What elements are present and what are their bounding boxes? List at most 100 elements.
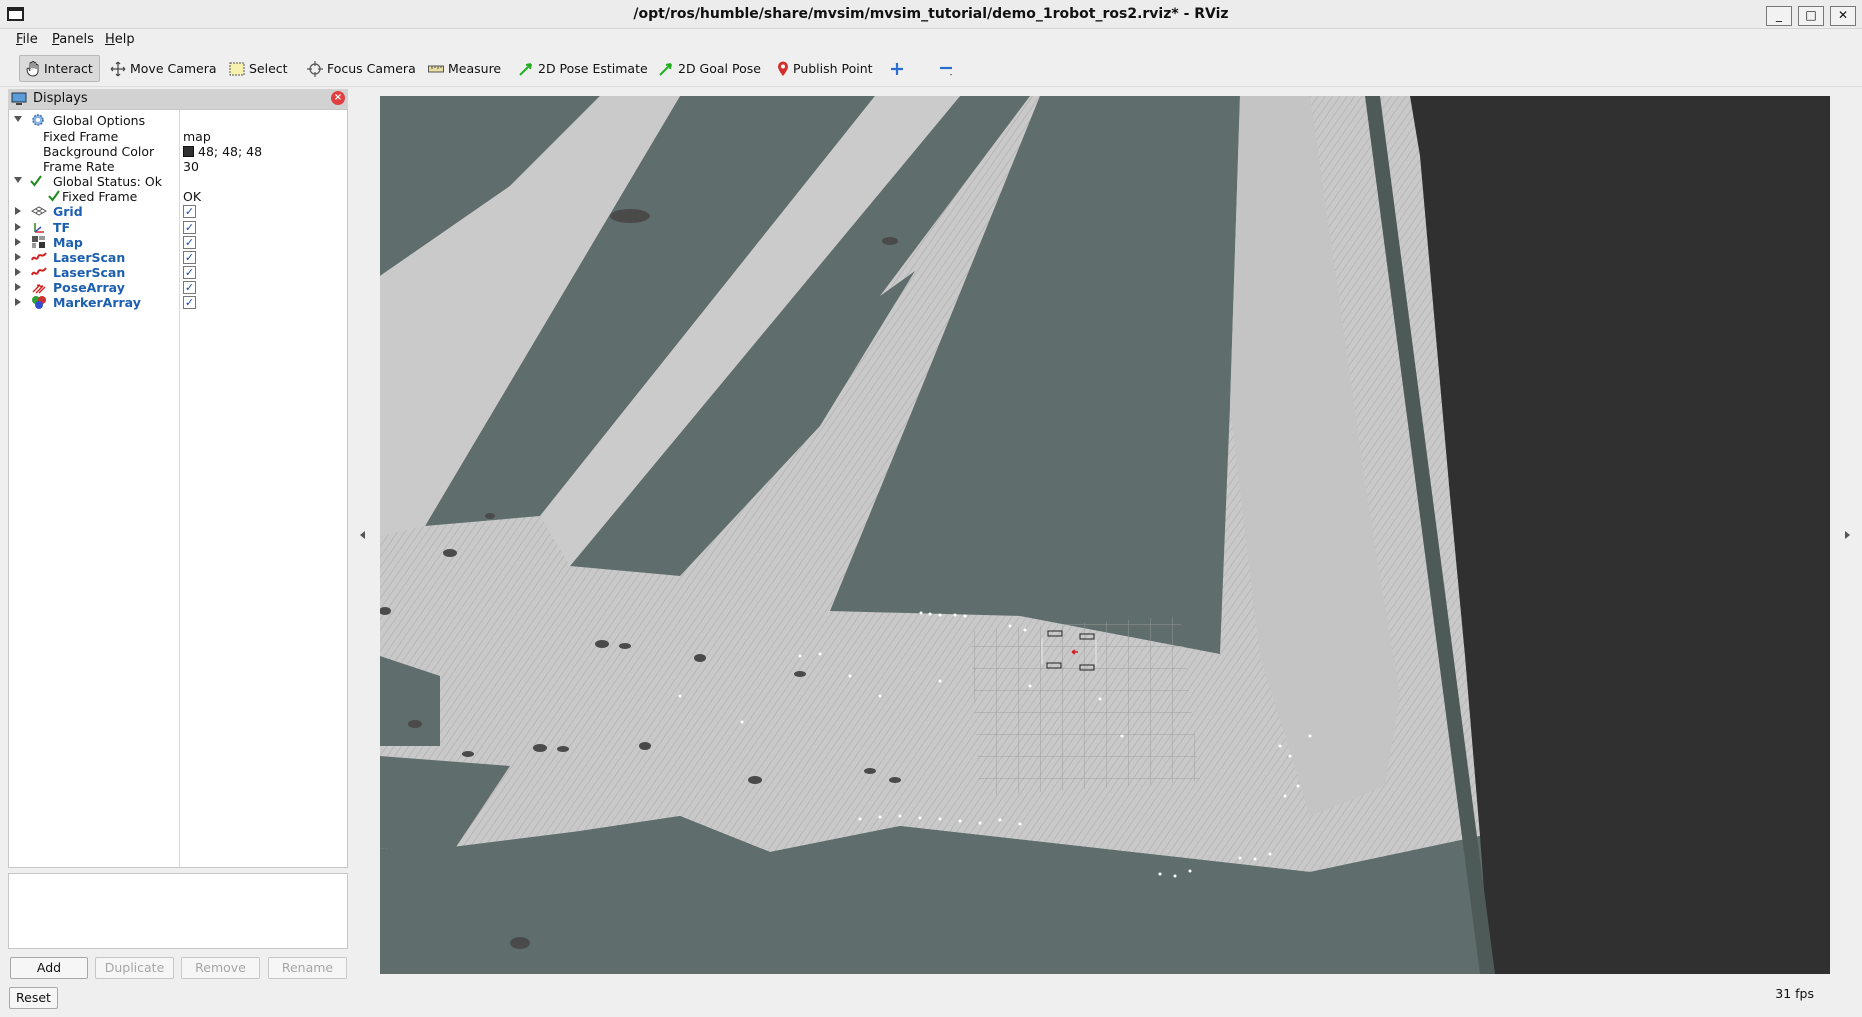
close-panel-button[interactable]: × xyxy=(331,91,345,105)
expand-arrow-icon[interactable] xyxy=(15,298,21,306)
tool-publish-point[interactable]: Publish Point xyxy=(771,55,879,82)
focus-camera-icon xyxy=(307,60,323,77)
tool-focus-camera[interactable]: Focus Camera xyxy=(301,55,422,82)
expand-arrow-icon[interactable] xyxy=(15,223,21,231)
minus-icon xyxy=(940,66,952,75)
checkmark-icon xyxy=(48,190,60,202)
ruler-icon xyxy=(428,65,444,72)
display-laserscan-checkbox[interactable]: ✓ xyxy=(183,251,196,264)
laserscan-icon xyxy=(31,267,47,276)
tool-select[interactable]: Select xyxy=(223,55,294,82)
fps-counter: 31 fps xyxy=(1775,986,1814,1001)
laserscan-icon xyxy=(31,252,47,261)
tool-2d-goal-pose[interactable]: 2D Goal Pose xyxy=(652,55,767,82)
remove-display-button[interactable]: Remove xyxy=(181,957,260,979)
tool-interact-label: Interact xyxy=(44,61,93,76)
background-color-value-cell[interactable]: 48; 48; 48 xyxy=(183,144,262,159)
close-window-button[interactable]: ✕ xyxy=(1830,6,1856,26)
expand-arrow-icon[interactable] xyxy=(15,283,21,291)
grid-icon xyxy=(31,206,47,216)
plus-icon xyxy=(891,62,903,75)
map-pin-icon xyxy=(778,61,788,76)
background-color-value: 48; 48; 48 xyxy=(198,144,263,159)
display-markerarray-checkbox[interactable]: ✓ xyxy=(183,296,196,309)
tool-2d-pose-estimate-label: 2D Pose Estimate xyxy=(538,61,648,76)
expand-arrow-icon[interactable] xyxy=(15,238,21,246)
menubar: File Panels Help xyxy=(0,29,1862,51)
display-tf-label: TF xyxy=(53,220,71,235)
fixed-frame-label: Fixed Frame xyxy=(43,129,119,144)
display-posearray-label: PoseArray xyxy=(53,280,125,295)
tool-publish-point-label: Publish Point xyxy=(793,61,873,76)
minimize-button[interactable]: _ xyxy=(1766,6,1792,26)
collapse-left-panel-arrow-icon[interactable] xyxy=(360,531,365,539)
color-swatch xyxy=(183,146,194,157)
display-map-checkbox[interactable]: ✓ xyxy=(183,236,196,249)
map-icon xyxy=(32,236,45,248)
displays-panel-header: Displays × xyxy=(8,89,348,109)
display-grid-checkbox[interactable]: ✓ xyxy=(183,205,196,218)
tool-interact[interactable]: Interact xyxy=(19,55,100,82)
window-titlebar: /opt/ros/humble/share/mvsim/mvsim_tutori… xyxy=(0,0,1862,29)
tool-measure[interactable]: Measure xyxy=(422,55,507,82)
add-tool-button[interactable] xyxy=(884,55,910,82)
hand-icon xyxy=(26,60,39,77)
display-posearray-checkbox[interactable]: ✓ xyxy=(183,281,196,294)
menu-help-label: elp xyxy=(114,32,135,47)
render-viewport[interactable] xyxy=(380,96,1830,974)
grid-overlay xyxy=(970,616,1200,796)
collapse-arrow-icon[interactable] xyxy=(14,116,22,122)
displays-panel-title: Displays xyxy=(33,91,88,106)
expand-arrow-icon[interactable] xyxy=(15,207,21,215)
display-laserscan-checkbox[interactable]: ✓ xyxy=(183,266,196,279)
frame-rate-label: Frame Rate xyxy=(43,159,115,174)
reset-button[interactable]: Reset xyxy=(9,987,58,1009)
displays-tree: Global Options Fixed Frame map Backgroun… xyxy=(8,109,348,868)
global-options-label: Global Options xyxy=(53,113,146,128)
display-grid-label: Grid xyxy=(53,204,83,219)
display-markerarray-label: MarkerArray xyxy=(53,295,141,310)
menu-help[interactable]: Help xyxy=(105,32,135,47)
posearray-icon xyxy=(32,284,46,294)
status-fixed-frame-label: Fixed Frame xyxy=(62,189,138,204)
tool-move-camera-label: Move Camera xyxy=(130,61,217,76)
tool-focus-camera-label: Focus Camera xyxy=(327,61,416,76)
menu-file-label: ile xyxy=(22,32,38,47)
collapse-arrow-icon[interactable] xyxy=(14,177,22,183)
maximize-button[interactable]: □ xyxy=(1798,6,1824,26)
window-title: /opt/ros/humble/share/mvsim/mvsim_tutori… xyxy=(633,6,1229,22)
checkmark-icon xyxy=(30,175,42,187)
menu-panels-label: anels xyxy=(59,32,94,47)
display-tf-checkbox[interactable]: ✓ xyxy=(183,221,196,234)
global-status-label: Global Status: Ok xyxy=(53,174,162,189)
collapse-right-panel-arrow-icon[interactable] xyxy=(1845,531,1850,539)
display-laserscan-label: LaserScan xyxy=(53,250,126,265)
tool-2d-goal-pose-label: 2D Goal Pose xyxy=(678,61,761,76)
monitor-icon xyxy=(11,92,27,105)
tool-move-camera[interactable]: Move Camera xyxy=(104,55,223,82)
expand-arrow-icon[interactable] xyxy=(15,268,21,276)
frame-rate-value[interactable]: 30 xyxy=(183,159,199,174)
menu-help-mnemonic: H xyxy=(105,32,115,47)
remove-tool-button[interactable] xyxy=(932,55,960,82)
display-laserscan-label: LaserScan xyxy=(53,265,126,280)
select-icon xyxy=(229,62,245,75)
tree-row-markerarray[interactable]: MarkerArray ✓ xyxy=(9,294,347,312)
gear-icon xyxy=(32,114,44,126)
add-display-button[interactable]: Add xyxy=(10,957,88,979)
tool-measure-label: Measure xyxy=(448,61,502,76)
expand-arrow-icon[interactable] xyxy=(15,253,21,261)
pose-arrow-icon xyxy=(519,62,532,76)
tools-toolbar: Interact Move Camera Select Focus Camera… xyxy=(0,51,1862,87)
menu-panels[interactable]: Panels xyxy=(52,32,94,47)
menu-file[interactable]: File xyxy=(16,32,38,47)
rename-display-button[interactable]: Rename xyxy=(268,957,347,979)
display-map-label: Map xyxy=(53,235,83,250)
duplicate-display-button[interactable]: Duplicate xyxy=(95,957,174,979)
tool-2d-pose-estimate[interactable]: 2D Pose Estimate xyxy=(512,55,654,82)
goal-arrow-icon xyxy=(659,62,672,76)
tool-select-label: Select xyxy=(249,61,288,76)
property-description-box xyxy=(8,873,348,949)
fixed-frame-value[interactable]: map xyxy=(183,129,211,144)
tf-icon xyxy=(34,223,44,233)
